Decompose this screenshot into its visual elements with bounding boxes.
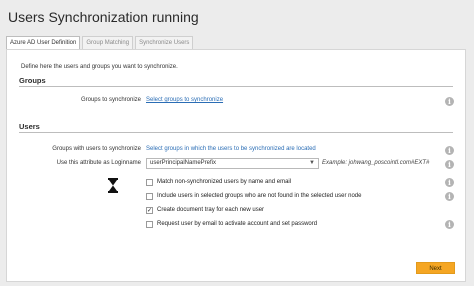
create-tray-checkbox[interactable]: ✓ [146, 207, 153, 214]
tab-group-matching[interactable]: Group Matching [82, 36, 134, 49]
hourglass-icon [108, 178, 118, 193]
groups-with-users-label: Groups with users to synchronize [52, 146, 141, 152]
info-icon[interactable]: i [445, 146, 454, 155]
info-icon[interactable]: i [445, 192, 454, 201]
users-divider [19, 132, 453, 133]
tab-bar: Azure AD User Definition Group Matching … [6, 36, 195, 49]
select-user-groups-link[interactable]: Select groups in which the users to be s… [146, 146, 316, 152]
app-window: Users Synchronization running Azure AD U… [0, 0, 474, 286]
match-users-label: Match non-synchronized users by name and… [157, 179, 292, 185]
checkmark-icon: ✓ [147, 208, 153, 214]
next-button[interactable]: Next [416, 262, 455, 274]
info-icon[interactable]: i [445, 178, 454, 187]
content-panel: Define here the users and groups you wan… [6, 49, 466, 282]
groups-heading: Groups [19, 76, 46, 85]
intro-text: Define here the users and groups you wan… [21, 64, 178, 70]
loginname-attribute-label: Use this attribute as Loginname [56, 160, 141, 166]
select-groups-link[interactable]: Select groups to synchronize [146, 97, 223, 103]
info-icon[interactable]: i [445, 97, 454, 106]
chevron-down-icon: ▼ [309, 160, 315, 166]
loginname-selected-value: userPrincipalNamePrefix [150, 160, 217, 166]
request-activation-checkbox[interactable] [146, 221, 153, 228]
info-icon[interactable]: i [445, 160, 454, 169]
create-tray-label: Create document tray for each new user [157, 207, 265, 213]
groups-divider [19, 86, 453, 87]
window-title: Users Synchronization running [8, 9, 199, 25]
include-users-label: Include users in selected groups who are… [157, 193, 362, 199]
loginname-example: Example: johwang_poscointl.com#EXT# [322, 160, 430, 166]
loginname-attribute-select[interactable]: userPrincipalNamePrefix ▼ [146, 158, 319, 169]
groups-to-sync-label: Groups to synchronize [80, 97, 141, 103]
include-users-checkbox[interactable] [146, 193, 153, 200]
info-icon[interactable]: i [445, 220, 454, 229]
tab-azure-ad-user-definition[interactable]: Azure AD User Definition [6, 36, 81, 49]
request-activation-label: Request user by email to activate accoun… [157, 221, 318, 227]
match-users-checkbox[interactable] [146, 179, 153, 186]
users-heading: Users [19, 122, 40, 131]
tab-synchronize-users[interactable]: Synchronize Users [135, 36, 194, 49]
